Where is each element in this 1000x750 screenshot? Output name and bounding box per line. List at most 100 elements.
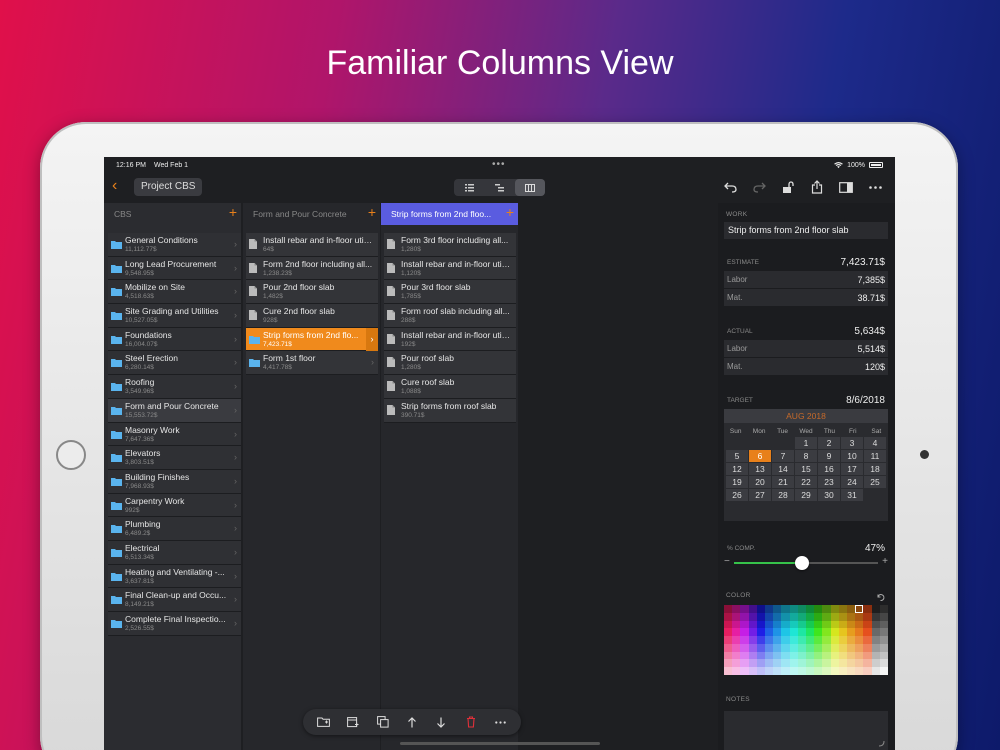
color-swatch[interactable] bbox=[732, 659, 741, 668]
color-swatch[interactable] bbox=[781, 620, 790, 629]
color-swatch[interactable] bbox=[764, 605, 774, 613]
color-swatch[interactable] bbox=[748, 620, 757, 629]
add-icon[interactable]: + bbox=[506, 204, 514, 220]
list-item[interactable]: Roofing 3,549.96$ › bbox=[108, 375, 241, 399]
color-swatch[interactable] bbox=[822, 659, 831, 668]
color-swatch[interactable] bbox=[724, 612, 733, 621]
mat-actual-row[interactable]: Mat. 120$ bbox=[724, 358, 888, 375]
color-swatch[interactable] bbox=[805, 612, 815, 621]
color-swatch[interactable] bbox=[814, 643, 823, 652]
color-swatch[interactable] bbox=[740, 667, 749, 675]
list-item[interactable]: Foundations 16,004.07$ › bbox=[108, 327, 241, 352]
color-swatch[interactable] bbox=[855, 605, 864, 613]
color-swatch[interactable] bbox=[764, 659, 774, 668]
color-swatch[interactable] bbox=[855, 643, 864, 652]
color-swatch[interactable] bbox=[879, 659, 888, 668]
calendar-day[interactable]: 17 bbox=[841, 463, 863, 475]
color-swatch[interactable] bbox=[846, 651, 856, 660]
color-swatch[interactable] bbox=[830, 659, 839, 668]
color-swatch[interactable] bbox=[879, 636, 888, 644]
list-item[interactable]: Install rebar and in-floor utili... 1,120… bbox=[384, 256, 516, 281]
labor-estimate-row[interactable]: Labor 7,385$ bbox=[724, 271, 888, 288]
color-swatch[interactable] bbox=[855, 667, 864, 675]
color-swatch[interactable] bbox=[822, 620, 831, 629]
color-swatch[interactable] bbox=[822, 643, 831, 652]
color-swatch[interactable] bbox=[797, 620, 806, 629]
color-swatch[interactable] bbox=[797, 628, 806, 637]
color-swatch[interactable] bbox=[871, 620, 880, 629]
color-swatch[interactable] bbox=[789, 651, 798, 660]
list-item[interactable]: Strip forms from 2nd flo... 7,423.71$ › bbox=[246, 327, 378, 352]
color-palette[interactable] bbox=[724, 605, 888, 675]
color-swatch[interactable] bbox=[871, 605, 880, 613]
list-item[interactable]: Form 3rd floor including all... 1,280$ bbox=[384, 233, 516, 257]
color-swatch[interactable] bbox=[740, 651, 749, 660]
list-item[interactable]: Strip forms from roof slab 390.71$ bbox=[384, 398, 516, 423]
color-swatch[interactable] bbox=[764, 636, 774, 644]
plus-icon[interactable]: + bbox=[882, 556, 888, 567]
color-swatch[interactable] bbox=[871, 651, 880, 660]
list-item[interactable]: Building Finishes 7,968.93$ › bbox=[108, 469, 241, 494]
color-swatch[interactable] bbox=[814, 612, 823, 621]
calendar-day[interactable]: 8 bbox=[795, 450, 817, 462]
color-swatch[interactable] bbox=[732, 628, 741, 637]
color-swatch[interactable] bbox=[846, 667, 856, 675]
list-item[interactable]: Site Grading and Utilities 10,527.05$ › bbox=[108, 304, 241, 328]
color-swatch[interactable] bbox=[846, 612, 856, 621]
color-swatch[interactable] bbox=[781, 667, 790, 675]
calendar-day[interactable]: 22 bbox=[795, 476, 817, 488]
color-swatch[interactable] bbox=[814, 667, 823, 675]
color-swatch[interactable] bbox=[797, 612, 806, 621]
calendar-day[interactable]: 4 bbox=[864, 437, 886, 449]
color-swatch[interactable] bbox=[805, 628, 815, 637]
new-item-button[interactable] bbox=[344, 713, 362, 731]
color-swatch[interactable] bbox=[855, 620, 864, 629]
color-swatch[interactable] bbox=[838, 620, 847, 629]
color-swatch[interactable] bbox=[756, 628, 765, 637]
list-item[interactable]: Final Clean-up and Occu... 8,149.21$ › bbox=[108, 588, 241, 612]
color-swatch[interactable] bbox=[748, 636, 757, 644]
back-chevron-icon[interactable]: ‹ bbox=[112, 177, 117, 195]
color-swatch[interactable] bbox=[740, 659, 749, 668]
color-swatch[interactable] bbox=[879, 620, 888, 629]
list-item[interactable]: Pour roof slab 1,280$ bbox=[384, 351, 516, 376]
undo-button[interactable] bbox=[722, 179, 738, 195]
color-swatch[interactable] bbox=[797, 651, 806, 660]
color-swatch[interactable] bbox=[764, 651, 774, 660]
color-swatch[interactable] bbox=[805, 659, 815, 668]
color-swatch[interactable] bbox=[764, 667, 774, 675]
color-swatch[interactable] bbox=[789, 643, 798, 652]
color-swatch[interactable] bbox=[805, 643, 815, 652]
color-swatch[interactable] bbox=[789, 628, 798, 637]
color-swatch[interactable] bbox=[830, 651, 839, 660]
list-item[interactable]: Masonry Work 7,647.36$ › bbox=[108, 422, 241, 447]
color-swatch[interactable] bbox=[871, 643, 880, 652]
color-swatch[interactable] bbox=[773, 605, 782, 613]
move-up-button[interactable] bbox=[403, 713, 421, 731]
color-swatch[interactable] bbox=[814, 659, 823, 668]
color-swatch[interactable] bbox=[846, 620, 856, 629]
list-item[interactable]: Pour 3rd floor slab 1,785$ bbox=[384, 280, 516, 305]
color-swatch[interactable] bbox=[863, 659, 872, 668]
color-swatch[interactable] bbox=[789, 667, 798, 675]
color-swatch[interactable] bbox=[724, 667, 733, 675]
color-swatch[interactable] bbox=[863, 651, 872, 660]
color-swatch[interactable] bbox=[740, 612, 749, 621]
color-swatch[interactable] bbox=[773, 651, 782, 660]
color-swatch[interactable] bbox=[863, 620, 872, 629]
color-swatch[interactable] bbox=[855, 612, 864, 621]
calendar-day[interactable]: 27 bbox=[749, 489, 771, 501]
color-swatch[interactable] bbox=[879, 612, 888, 621]
list-item[interactable]: Carpentry Work 992$ › bbox=[108, 493, 241, 518]
slider-knob[interactable] bbox=[794, 556, 809, 570]
delete-button[interactable] bbox=[462, 713, 480, 731]
list-item[interactable]: Long Lead Procurement 9,548.95$ › bbox=[108, 256, 241, 281]
color-swatch[interactable] bbox=[838, 659, 847, 668]
share-button[interactable] bbox=[809, 179, 825, 195]
calendar-day[interactable]: 24 bbox=[841, 476, 863, 488]
calendar-day[interactable]: 10 bbox=[841, 450, 863, 462]
calendar-day[interactable]: 6 bbox=[749, 450, 771, 462]
calendar-day[interactable]: 13 bbox=[749, 463, 771, 475]
color-swatch[interactable] bbox=[740, 620, 749, 629]
calendar-day[interactable]: 7 bbox=[772, 450, 794, 462]
